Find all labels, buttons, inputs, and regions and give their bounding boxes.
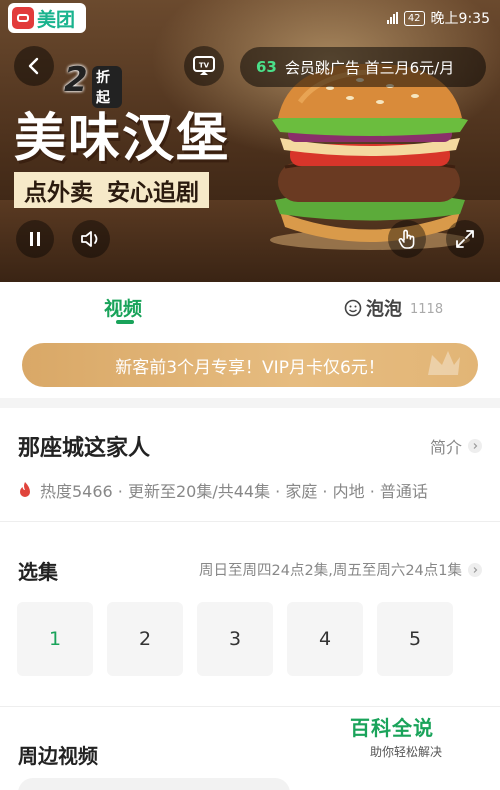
comment-input[interactable]: [18, 778, 290, 790]
vip-crown-icon: [428, 351, 460, 375]
episode-button[interactable]: 3: [197, 602, 273, 676]
signal-icon: [386, 12, 398, 24]
watermark-subtitle: 助你轻松解决: [370, 745, 443, 759]
vip-promo-banner[interactable]: 新客前3个月专享！VIP月卡仅6元！: [22, 343, 478, 387]
tab-video[interactable]: 视频: [104, 294, 142, 321]
ad-countdown: 63: [256, 58, 277, 76]
ad-subline: 点外卖 安心追剧: [14, 172, 209, 208]
episode-list: 1 2 3 4 5: [17, 602, 453, 676]
nearby-videos-title: 周边视频: [18, 744, 98, 768]
promo-number: 2: [64, 60, 88, 100]
episode-button[interactable]: 5: [377, 602, 453, 676]
chevron-left-icon: [28, 57, 39, 75]
status-bar: 美团 42 晚上9:35: [0, 0, 500, 33]
pause-icon: [30, 232, 40, 246]
flame-icon: [20, 482, 30, 497]
battery-icon: 42: [403, 10, 425, 26]
volume-icon: [81, 231, 98, 247]
ad-sub-left: 点外卖: [24, 180, 93, 206]
burger-image: [270, 63, 470, 250]
bottom-bar: [0, 770, 500, 790]
back-button[interactable]: [14, 46, 54, 86]
meituan-logo-icon: [12, 7, 34, 29]
app-badge-name: 美团: [37, 8, 76, 31]
active-tab-indicator: [116, 320, 134, 324]
tab-bubbles[interactable]: 泡泡 1118: [344, 295, 443, 321]
ad-headline: 美味汉堡: [14, 108, 231, 169]
ad-sub-right: 安心追剧: [107, 180, 199, 206]
content-tabs: 视频 泡泡 1118: [0, 282, 500, 332]
show-title: 那座城这家人: [18, 436, 151, 461]
section-divider: [0, 398, 500, 408]
svg-text:TV: TV: [199, 62, 210, 70]
status-time: 晚上9:35: [430, 11, 490, 27]
section-divider-line: [0, 521, 500, 522]
fullscreen-button[interactable]: [446, 220, 484, 258]
show-meta: 热度5466 · 更新至20集/共44集 · 家庭 · 内地 · 普通话: [18, 478, 428, 502]
tab-bubbles-count: 1118: [410, 302, 444, 317]
episode-button[interactable]: 2: [107, 602, 183, 676]
volume-button[interactable]: [72, 220, 110, 258]
intro-link-label: 简介: [429, 438, 462, 457]
cast-tv-button[interactable]: TV: [184, 46, 224, 86]
app-badge: 美团: [8, 3, 86, 33]
chevron-right-icon: [468, 562, 482, 577]
intro-link[interactable]: 简介: [430, 434, 482, 458]
ad-video-player[interactable]: 美团 42 晚上9:35 TV 63 会员跳广告 首三月6元/月 2 折起 美味…: [0, 0, 500, 282]
skip-ad-button[interactable]: 63 会员跳广告 首三月6元/月: [240, 47, 486, 87]
status-right: 42 晚上9:35: [386, 8, 490, 28]
smiley-icon: [344, 299, 362, 317]
tv-icon: TV: [193, 56, 215, 75]
vip-promo-text: 新客前3个月专享！VIP月卡仅6元！: [115, 357, 385, 378]
episode-button[interactable]: 4: [287, 602, 363, 676]
pause-button[interactable]: [16, 220, 54, 258]
episode-button[interactable]: 1: [17, 602, 93, 676]
watermark: 百科全说 助你轻松解决: [350, 712, 470, 764]
episodes-schedule: 周日至周四24点2集,周五至周六24点1集: [199, 563, 462, 579]
chevron-right-icon: [468, 439, 482, 453]
skip-ad-text: 会员跳广告 首三月6元/月: [284, 58, 455, 77]
show-meta-text: 热度5466 · 更新至20集/共44集 · 家庭 · 内地 · 普通话: [40, 482, 428, 501]
episodes-title: 选集: [18, 560, 58, 584]
fullscreen-icon: [456, 230, 474, 248]
episodes-schedule-link[interactable]: 周日至周四24点2集,周五至周六24点1集: [199, 559, 482, 580]
watermark-title: 百科全说: [350, 716, 434, 740]
section-divider-line: [0, 706, 500, 707]
hand-tap-icon: [398, 229, 415, 249]
ad-detail-button[interactable]: [388, 220, 426, 258]
tab-bubbles-label: 泡泡: [366, 299, 402, 320]
